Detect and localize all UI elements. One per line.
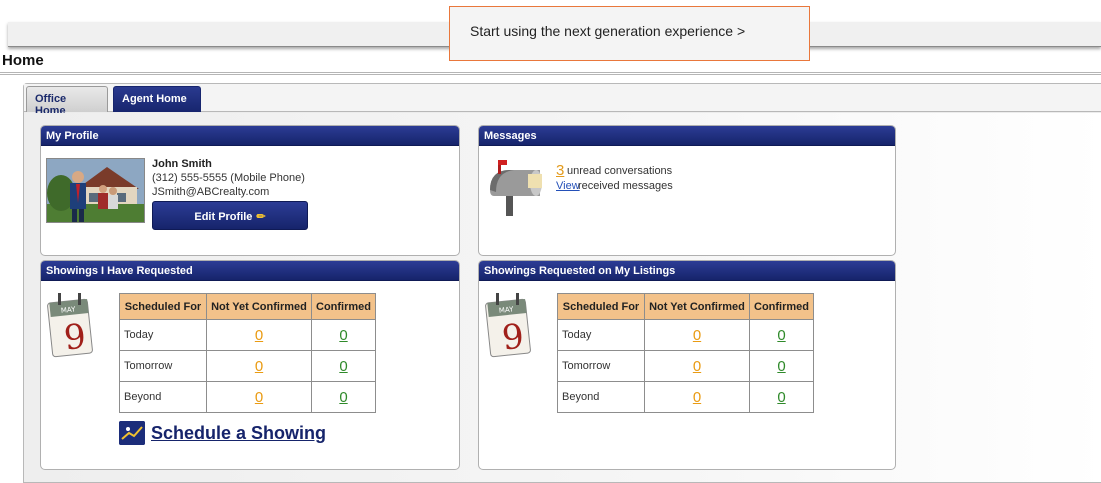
column-header: Confirmed xyxy=(311,293,376,320)
received-messages-text: received messages xyxy=(578,180,673,192)
my-profile-panel: My Profile John Smith (312) 555-5555 (Mo… xyxy=(40,125,460,256)
confirmed-count-link[interactable]: 0 xyxy=(339,389,347,406)
confirmed-count-link[interactable]: 0 xyxy=(777,358,785,375)
column-header: Not Yet Confirmed xyxy=(644,293,750,320)
row-label: Today xyxy=(557,319,645,351)
calendar-month: MAY xyxy=(498,305,514,315)
showings-listings-header: Showings Requested on My Listings xyxy=(479,261,895,281)
table-header-row: Scheduled For Not Yet Confirmed Confirme… xyxy=(557,293,814,320)
profile-name: John Smith xyxy=(152,158,212,170)
table-row: Beyond 0 0 xyxy=(557,381,814,413)
tab-bar: Office Home Agent Home xyxy=(24,84,1101,117)
table-row: Tomorrow 0 0 xyxy=(557,350,814,382)
not-confirmed-count-link[interactable]: 0 xyxy=(255,358,263,375)
tab-agent-home[interactable]: Agent Home xyxy=(113,86,201,112)
table-row: Tomorrow 0 0 xyxy=(119,350,376,382)
unread-count-link[interactable]: 3 xyxy=(556,162,564,179)
confirmed-count-link[interactable]: 0 xyxy=(777,327,785,344)
profile-phone: (312) 555-5555 (Mobile Phone) xyxy=(152,172,305,184)
not-confirmed-count-link[interactable]: 0 xyxy=(255,389,263,406)
row-label: Tomorrow xyxy=(119,350,207,382)
calendar-day: 9 xyxy=(62,317,88,359)
not-confirmed-count-link[interactable]: 0 xyxy=(693,358,701,375)
view-messages-link[interactable]: View xyxy=(556,180,580,192)
messages-header: Messages xyxy=(479,126,895,146)
pencil-icon: ✏ xyxy=(256,211,266,223)
confirmed-count-link[interactable]: 0 xyxy=(339,358,347,375)
column-header: Not Yet Confirmed xyxy=(206,293,312,320)
my-profile-header: My Profile xyxy=(41,126,459,146)
tab-office-home[interactable]: Office Home xyxy=(26,86,108,117)
confirmed-count-link[interactable]: 0 xyxy=(339,327,347,344)
showings-requested-table: Scheduled For Not Yet Confirmed Confirme… xyxy=(119,293,376,413)
edit-profile-button[interactable]: Edit Profile ✏ xyxy=(152,201,308,230)
profile-email: JSmith@ABCrealty.com xyxy=(152,186,270,198)
next-generation-link[interactable]: Start using the next generation experien… xyxy=(449,6,810,61)
column-header: Scheduled For xyxy=(119,293,207,320)
column-header: Scheduled For xyxy=(557,293,645,320)
row-label: Beyond xyxy=(119,381,207,413)
not-confirmed-count-link[interactable]: 0 xyxy=(255,327,263,344)
table-row: Today 0 0 xyxy=(119,319,376,351)
not-confirmed-count-link[interactable]: 0 xyxy=(693,389,701,406)
page-title: Home xyxy=(2,52,44,69)
table-row: Beyond 0 0 xyxy=(119,381,376,413)
schedule-showing-link[interactable]: Schedule a Showing xyxy=(119,421,326,447)
confirmed-count-link[interactable]: 0 xyxy=(777,389,785,406)
row-label: Today xyxy=(119,319,207,351)
calendar-icon: MAY 9 xyxy=(46,291,98,359)
mailbox-icon xyxy=(484,156,550,218)
schedule-showing-icon xyxy=(119,421,145,445)
messages-panel: Messages 3 unread conversations View rec… xyxy=(478,125,896,256)
calendar-month: MAY xyxy=(60,305,76,315)
showings-listings-panel: Showings Requested on My Listings MAY 9 … xyxy=(478,260,896,470)
calendar-icon: MAY 9 xyxy=(484,291,536,359)
showings-requested-header: Showings I Have Requested xyxy=(41,261,459,281)
calendar-day: 9 xyxy=(500,317,526,359)
showings-requested-panel: Showings I Have Requested MAY 9 Schedule… xyxy=(40,260,460,470)
row-label: Beyond xyxy=(557,381,645,413)
table-header-row: Scheduled For Not Yet Confirmed Confirme… xyxy=(119,293,376,320)
row-label: Tomorrow xyxy=(557,350,645,382)
table-row: Today 0 0 xyxy=(557,319,814,351)
title-divider xyxy=(0,72,1101,75)
profile-photo xyxy=(46,158,145,223)
unread-conversations-text: unread conversations xyxy=(567,165,673,177)
not-confirmed-count-link[interactable]: 0 xyxy=(693,327,701,344)
schedule-showing-label: Schedule a Showing xyxy=(151,422,327,443)
column-header: Confirmed xyxy=(749,293,814,320)
edit-profile-label: Edit Profile xyxy=(194,211,253,223)
showings-listings-table: Scheduled For Not Yet Confirmed Confirme… xyxy=(557,293,814,413)
